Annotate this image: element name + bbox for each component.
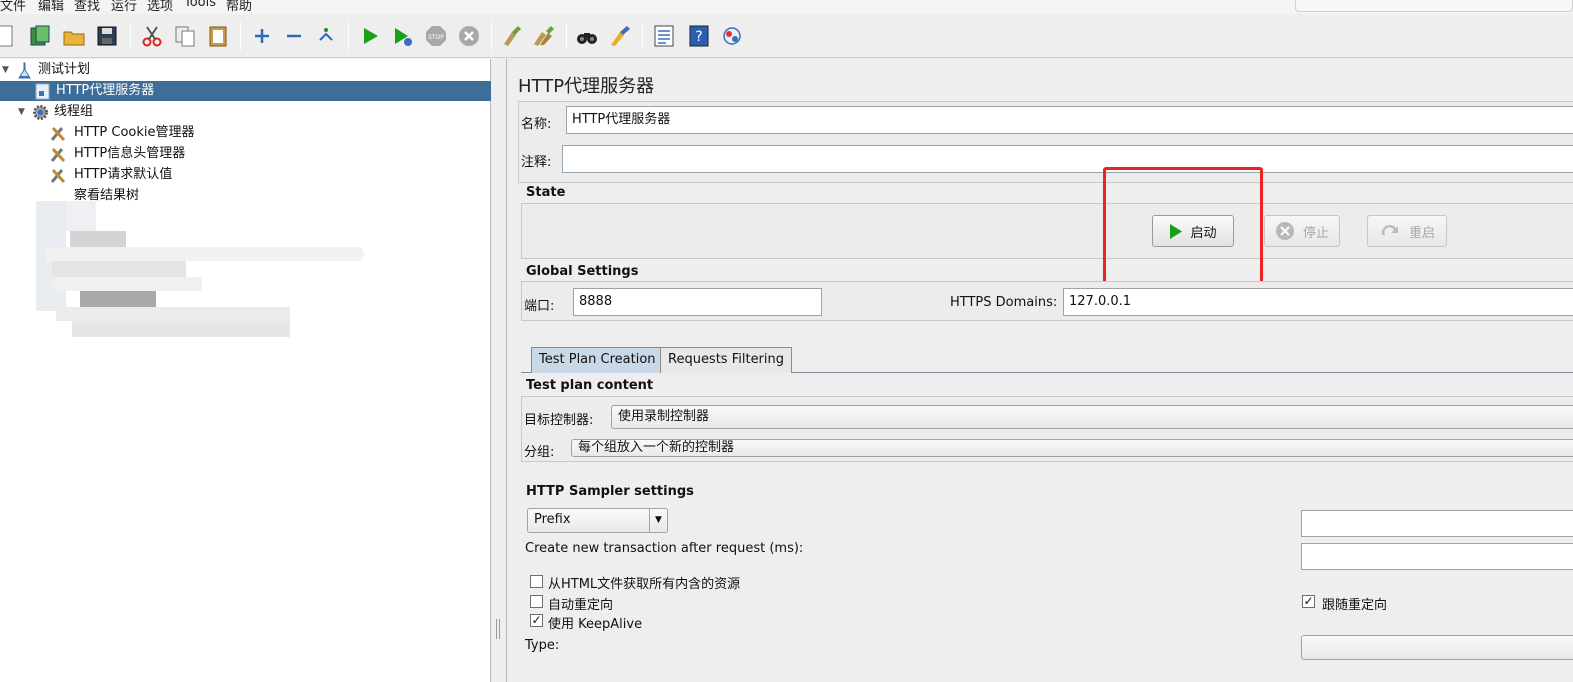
shutdown-icon[interactable] — [457, 24, 481, 48]
keepalive-label: 使用 KeepAlive — [548, 617, 643, 632]
grouping-select[interactable]: 每个组放入一个新的控制器 — [571, 439, 1573, 457]
tree-node-request-defaults[interactable]: HTTP请求默认值 — [0, 165, 300, 185]
menu-edit[interactable]: 编辑 — [38, 0, 64, 14]
clear-icon[interactable] — [500, 24, 524, 48]
stop-icon[interactable]: STOP — [424, 24, 448, 48]
auto-redirect-label: 自动重定向 — [548, 598, 614, 613]
retrieve-resources-checkbox[interactable] — [530, 575, 543, 588]
paste-icon[interactable] — [206, 24, 230, 48]
toggle-icon[interactable] — [314, 24, 338, 48]
tab-test-plan-creation[interactable]: Test Plan Creation — [531, 347, 664, 373]
target-controller-select[interactable]: 使用录制控制器 — [611, 405, 1573, 429]
remote-icon[interactable] — [720, 24, 744, 48]
port-input[interactable]: 8888 — [573, 288, 822, 316]
open-icon[interactable] — [62, 24, 86, 48]
menu-options[interactable]: 选项 — [147, 0, 173, 14]
reset-search-icon[interactable] — [608, 24, 632, 48]
comment-label: 注释: — [521, 155, 552, 170]
templates-icon[interactable] — [28, 24, 52, 48]
comment-input[interactable] — [562, 145, 1573, 173]
https-domains-label: HTTPS Domains: — [950, 295, 1058, 310]
copy-icon[interactable] — [173, 24, 197, 48]
help-icon[interactable]: ? — [687, 24, 711, 48]
start-icon[interactable] — [358, 24, 382, 48]
port-label: 端口: — [524, 299, 555, 314]
menu-run[interactable]: 运行 — [111, 0, 137, 14]
svg-text:STOP: STOP — [428, 34, 444, 41]
page-title: HTTP代理服务器 — [518, 76, 655, 97]
name-label: 名称: — [521, 117, 552, 132]
follow-redirect-label: 跟随重定向 — [1322, 598, 1388, 613]
proxy-config-panel: HTTP代理服务器 名称: HTTP代理服务器 注释: State 启动 停止 … — [507, 59, 1573, 682]
prefix-input[interactable] — [1301, 510, 1573, 537]
function-helper-icon[interactable] — [652, 24, 676, 48]
type-label: Type: — [525, 638, 560, 653]
retrieve-resources-label: 从HTML文件获取所有内含的资源 — [548, 577, 741, 592]
menu-tools[interactable]: Tools — [184, 0, 216, 10]
sampler-settings-header: HTTP Sampler settings — [526, 484, 694, 499]
save-icon[interactable] — [95, 24, 119, 48]
tree-node-test-plan[interactable]: ▼ 测试计划 — [0, 60, 300, 80]
tab-requests-filtering[interactable]: Requests Filtering — [660, 347, 793, 373]
stop-button[interactable]: 停止 — [1264, 215, 1340, 247]
tree-node-header-manager[interactable]: HTTP信息头管理器 — [0, 144, 300, 164]
menu-search[interactable]: 查找 — [74, 0, 100, 14]
collapse-icon[interactable] — [282, 24, 306, 48]
splitter[interactable] — [491, 59, 507, 682]
start-no-pause-icon[interactable] — [391, 24, 415, 48]
gear-icon — [32, 104, 49, 121]
svg-text:?: ? — [695, 29, 702, 45]
transaction-label: Create new transaction after request (ms… — [525, 541, 804, 556]
keepalive-checkbox[interactable]: ✓ — [530, 614, 543, 627]
restart-icon — [1381, 224, 1398, 235]
restart-button[interactable]: 重启 — [1367, 215, 1447, 247]
tools-icon — [50, 125, 67, 142]
new-icon[interactable] — [0, 24, 16, 48]
cut-icon[interactable] — [140, 24, 164, 48]
window-controls-area — [1295, 0, 1573, 12]
transaction-input[interactable] — [1301, 543, 1573, 570]
tree-node-thread-group[interactable]: ▼ 线程组 — [0, 102, 300, 122]
prefix-select[interactable]: Prefix ▼ — [527, 508, 668, 533]
search-icon[interactable] — [575, 24, 599, 48]
type-select[interactable] — [1301, 635, 1573, 660]
test-plan-icon — [16, 62, 33, 79]
stop-circle-icon — [1275, 222, 1294, 240]
highlight-box — [1103, 167, 1263, 287]
grouping-label: 分组: — [524, 445, 555, 460]
tree-node-cookie-manager[interactable]: HTTP Cookie管理器 — [0, 123, 300, 143]
test-plan-content-header: Test plan content — [526, 378, 654, 393]
https-domains-input[interactable]: 127.0.0.1 — [1063, 288, 1573, 316]
tools-icon — [50, 146, 67, 163]
menu-help[interactable]: 帮助 — [226, 0, 252, 14]
auto-redirect-checkbox[interactable] — [530, 595, 543, 608]
target-controller-label: 目标控制器: — [524, 413, 594, 428]
name-input[interactable]: HTTP代理服务器 — [566, 106, 1573, 134]
menu-file[interactable]: 文件 — [0, 0, 26, 14]
global-settings-header: Global Settings — [526, 264, 639, 279]
test-plan-tree: ▼ 测试计划 HTTP代理服务器 ▼ 线程组 HTTP Cookie管理器 HT… — [0, 59, 491, 682]
menu-bar: 文件 编辑 查找 运行 选项 Tools 帮助 — [0, 0, 1573, 14]
toolbar: STOP ? — [0, 14, 1573, 58]
state-header: State — [526, 185, 566, 200]
clear-all-icon[interactable] — [532, 24, 556, 48]
chevron-down-icon: ▼ — [649, 509, 667, 532]
tree-node-http-proxy[interactable]: HTTP代理服务器 — [0, 81, 491, 101]
tools-icon — [50, 167, 67, 184]
follow-redirect-checkbox[interactable]: ✓ — [1302, 595, 1315, 608]
proxy-icon — [34, 83, 51, 100]
expand-icon[interactable] — [250, 24, 274, 48]
